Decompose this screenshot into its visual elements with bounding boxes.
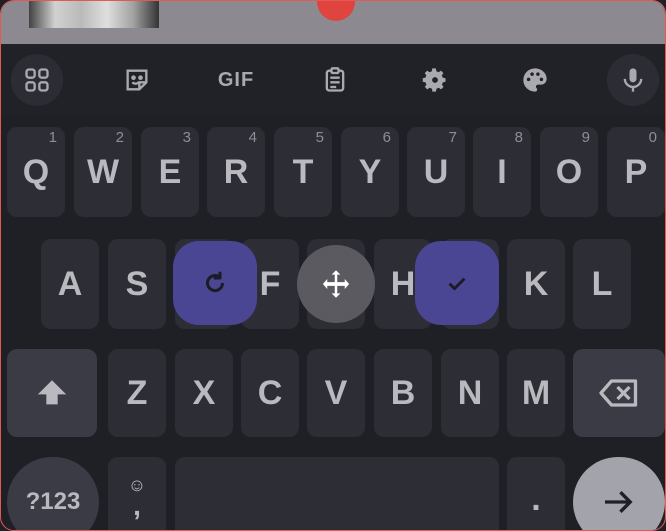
- key-label: P: [624, 152, 648, 191]
- period-label: .: [531, 479, 541, 518]
- check-icon: [448, 277, 466, 291]
- backspace-key[interactable]: [573, 349, 665, 437]
- settings-gear-icon: [422, 68, 446, 92]
- key-hint: 5: [315, 129, 324, 146]
- key-hint: 6: [382, 129, 391, 146]
- settings-button[interactable]: [409, 54, 461, 106]
- key-label: I: [497, 152, 507, 191]
- key-label: W: [86, 152, 120, 191]
- voice-input-button[interactable]: [607, 54, 659, 106]
- key-p[interactable]: P 0: [607, 127, 665, 217]
- key-label: S: [125, 264, 149, 303]
- shift-arrow-icon: [37, 380, 67, 405]
- key-u[interactable]: U 7: [407, 127, 465, 217]
- key-v[interactable]: V: [307, 349, 365, 437]
- key-label: Y: [358, 152, 382, 191]
- key-y[interactable]: Y 6: [341, 127, 399, 217]
- comma-label: ,: [133, 489, 141, 521]
- space-bar[interactable]: [175, 457, 499, 530]
- key-label: Z: [126, 373, 148, 412]
- keyboard-resize-screen: GIF Q 1 W 2 E 3 R 4 T 5 Y 6 U 7 I 8 O 9 …: [0, 0, 666, 531]
- background-content: [1, 1, 665, 44]
- done-resize-button[interactable]: [415, 241, 499, 325]
- gif-label: GIF: [217, 68, 255, 91]
- key-x[interactable]: X: [175, 349, 233, 437]
- key-m[interactable]: M: [507, 349, 565, 437]
- key-t[interactable]: T 5: [274, 127, 332, 217]
- key-hint: 1: [48, 129, 57, 146]
- sticker-button[interactable]: [111, 54, 163, 106]
- key-hint: 8: [514, 129, 523, 146]
- key-b[interactable]: B: [374, 349, 432, 437]
- key-o[interactable]: O 9: [540, 127, 598, 217]
- key-l[interactable]: L: [573, 239, 631, 329]
- gif-button[interactable]: GIF: [210, 54, 262, 106]
- key-label: H: [390, 264, 416, 303]
- key-w[interactable]: W 2: [74, 127, 132, 217]
- key-k[interactable]: K: [507, 239, 565, 329]
- key-c[interactable]: C: [241, 349, 299, 437]
- apps-grid-icon: [25, 68, 49, 92]
- shift-key[interactable]: [7, 349, 97, 437]
- key-n[interactable]: N: [441, 349, 499, 437]
- key-label: B: [390, 373, 416, 412]
- key-label: N: [457, 373, 483, 412]
- key-q[interactable]: Q 1: [7, 127, 65, 217]
- key-label: O: [555, 152, 583, 191]
- key-label: U: [423, 152, 449, 191]
- comma-key[interactable]: ☺ ,: [108, 457, 166, 530]
- key-a[interactable]: A: [41, 239, 99, 329]
- key-i[interactable]: I 8: [473, 127, 531, 217]
- reset-icon: [206, 271, 225, 293]
- clipboard-button[interactable]: [309, 54, 361, 106]
- arrow-right-icon: [605, 491, 633, 513]
- key-label: K: [523, 264, 549, 303]
- microphone-icon: [623, 68, 643, 92]
- keyboard-toolbar: GIF: [1, 44, 665, 116]
- reset-size-button[interactable]: [173, 241, 257, 325]
- photo-thumbnail: [29, 1, 159, 28]
- period-key[interactable]: .: [507, 457, 565, 530]
- key-label: F: [259, 264, 281, 303]
- key-hint: 3: [182, 129, 191, 146]
- clipboard-icon: [325, 67, 345, 92]
- move-keyboard-handle[interactable]: [297, 245, 375, 323]
- key-s[interactable]: S: [108, 239, 166, 329]
- key-label: X: [192, 373, 216, 412]
- symbols-label: ?123: [25, 488, 81, 515]
- key-label: M: [521, 373, 551, 412]
- notification-dot: [317, 1, 355, 21]
- key-z[interactable]: Z: [108, 349, 166, 437]
- theme-button[interactable]: [509, 54, 561, 106]
- enter-key[interactable]: [573, 457, 665, 530]
- key-label: R: [223, 152, 249, 191]
- key-hint: 7: [448, 129, 457, 146]
- key-hint: 0: [648, 129, 657, 146]
- key-label: V: [324, 373, 348, 412]
- sticker-icon: [126, 69, 148, 91]
- key-label: T: [292, 152, 314, 191]
- key-hint: 2: [115, 129, 124, 146]
- symbols-key[interactable]: ?123: [7, 457, 99, 530]
- key-hint: 9: [581, 129, 590, 146]
- key-e[interactable]: E 3: [141, 127, 199, 217]
- apps-grid-button[interactable]: [11, 54, 63, 106]
- key-label: A: [57, 264, 83, 303]
- key-label: C: [257, 373, 283, 412]
- theme-palette-icon: [523, 68, 547, 92]
- key-label: Q: [22, 152, 50, 191]
- key-label: L: [591, 264, 613, 303]
- move-icon: [322, 270, 350, 298]
- backspace-icon: [599, 379, 638, 407]
- key-hint: 4: [248, 129, 257, 146]
- key-label: E: [158, 152, 182, 191]
- key-r[interactable]: R 4: [207, 127, 265, 217]
